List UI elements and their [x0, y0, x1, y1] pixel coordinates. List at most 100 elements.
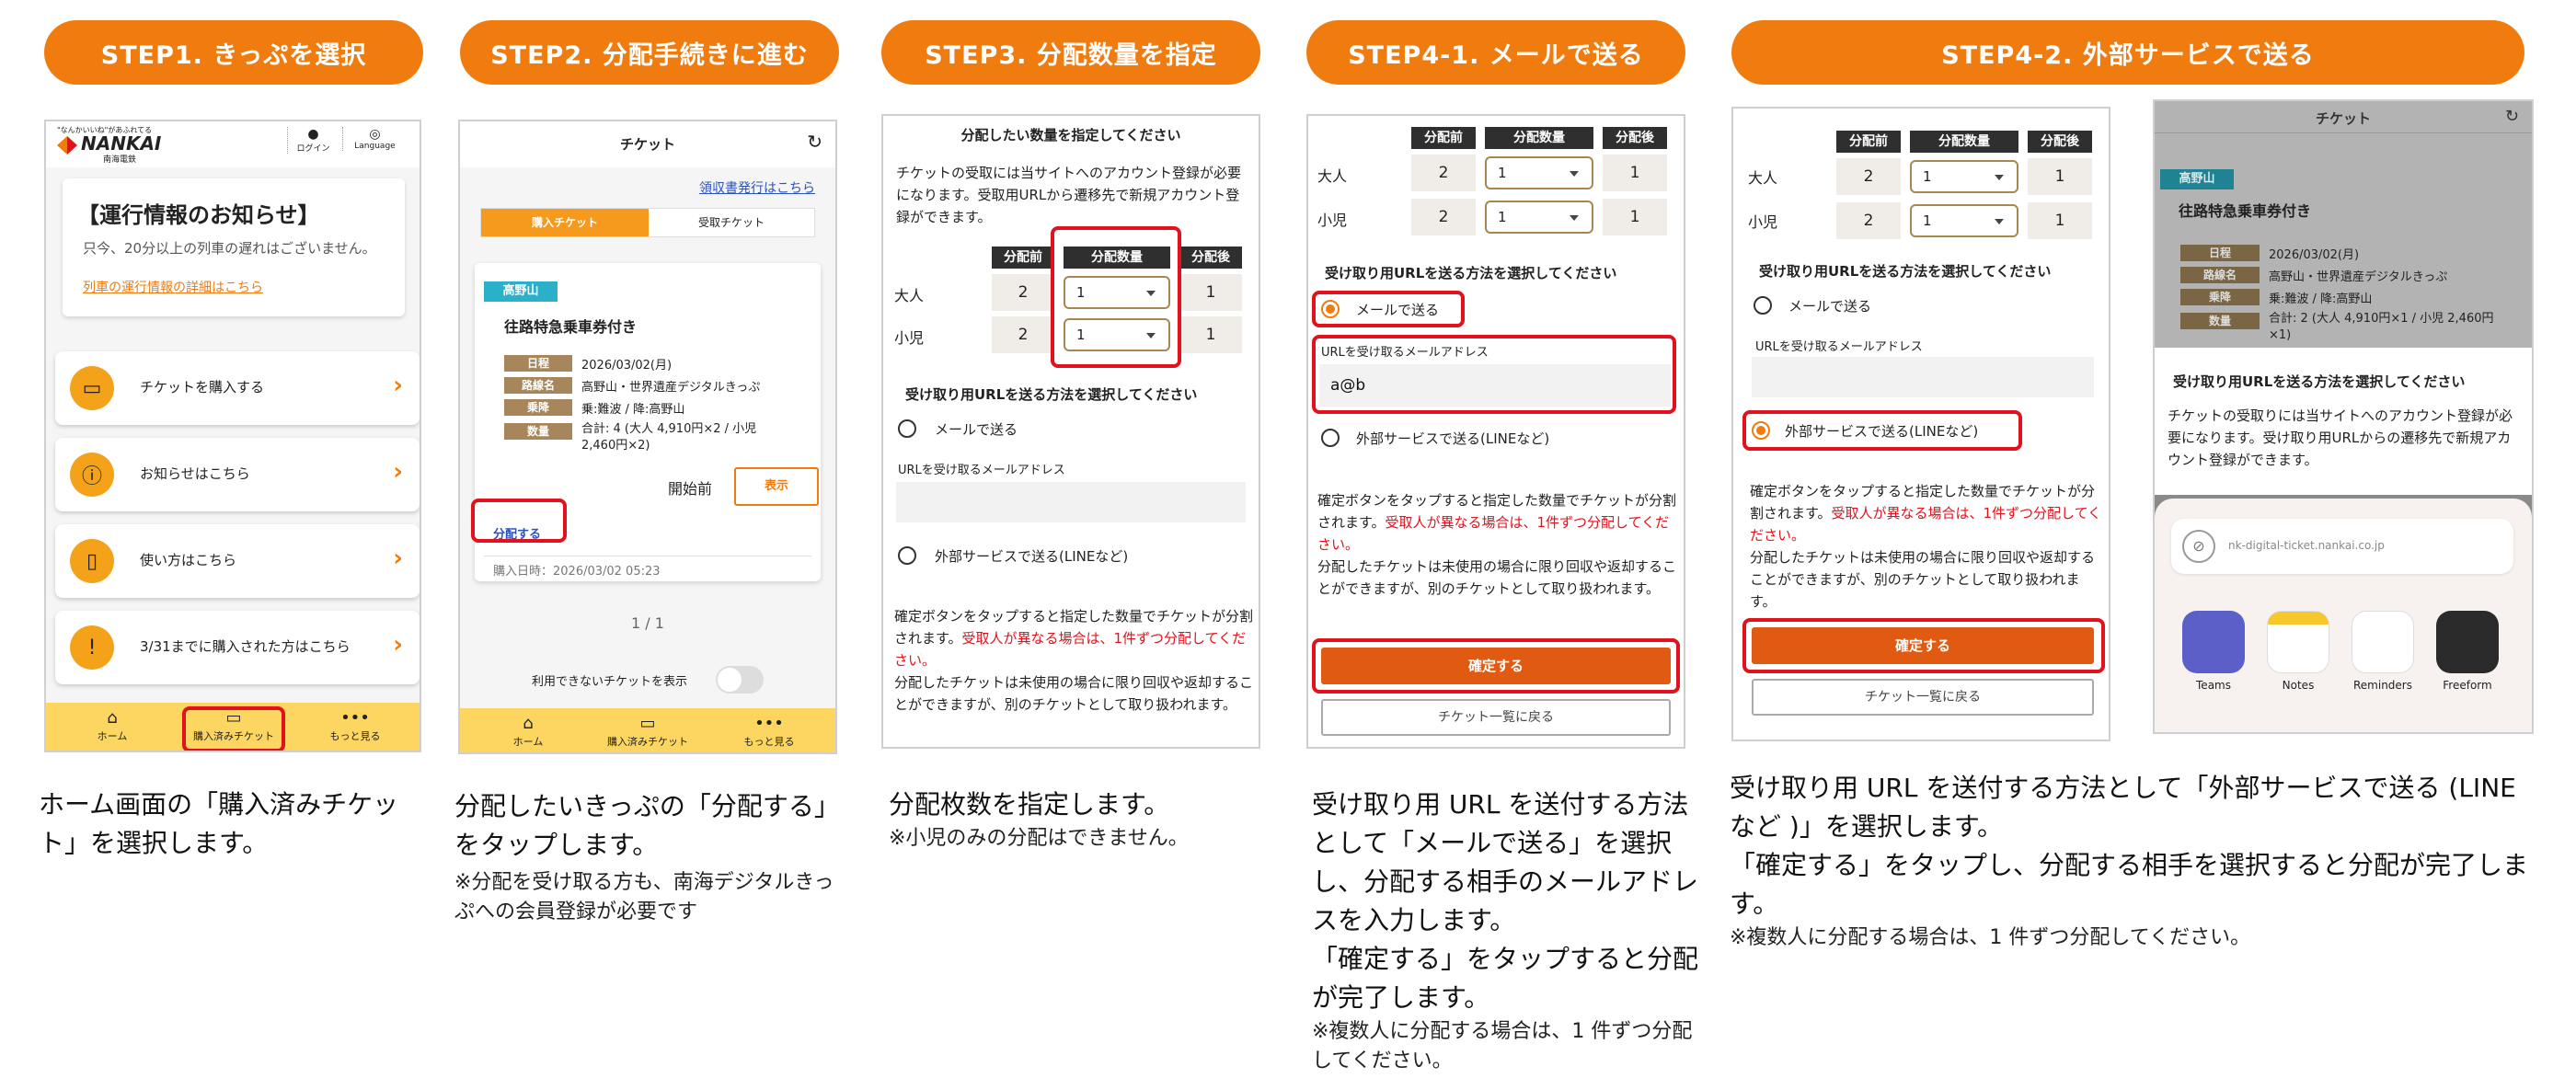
notice-link[interactable]: 列車の運行情報の詳細はこちら — [83, 278, 263, 296]
step1-screen: "なんかいいね"があふれてる NANKAI 南海電鉄 ● ログイン ◎ Lang… — [44, 120, 421, 752]
notes-icon[interactable] — [2267, 611, 2329, 673]
row-key: 路線名 — [2180, 267, 2260, 283]
external-radio[interactable] — [898, 546, 916, 565]
tab-purchased[interactable]: 購入チケット — [481, 209, 649, 236]
mail-radio[interactable] — [1754, 296, 1772, 315]
adult-after: 1 — [1603, 155, 1667, 191]
nav-more[interactable]: ••• もっと見る — [714, 714, 824, 749]
method-question: 受け取り用URLを送る方法を選択してください — [1325, 265, 1617, 281]
back-to-list-button[interactable]: チケット一覧に戻る — [1752, 679, 2094, 716]
tab-received[interactable]: 受取チケット — [649, 209, 814, 236]
nav-more[interactable]: ••• もっと見る — [300, 708, 410, 743]
globe-icon: ◎ — [369, 127, 381, 142]
col-before: 分配前 — [1836, 131, 1901, 153]
row-key: 乗降 — [2180, 289, 2260, 305]
row-value: 乗:難波 / 降:高野山 — [581, 403, 685, 417]
menu-before-331[interactable]: ! 3/31までに購入された方はこちら › — [55, 611, 420, 684]
language-button[interactable]: ◎ Language — [342, 127, 407, 151]
teams-icon[interactable] — [2182, 611, 2245, 673]
step3-screen: 分配したい数量を指定してください チケットの受取には当サイトへのアカウント登録が… — [881, 114, 1260, 749]
col-after: 分配後 — [1179, 247, 1242, 269]
child-after: 1 — [1179, 316, 1242, 353]
external-radio[interactable] — [1321, 429, 1340, 447]
row-value: 合計: 2 (大人 4,910円×1 / 小児 2,460円×1) — [2269, 312, 2494, 342]
ticket-icon: ▭ — [639, 714, 656, 733]
notice-title: 【運行情報のお知らせ】 — [77, 202, 320, 228]
email-input[interactable] — [1752, 357, 2094, 397]
show-button[interactable]: 表示 — [734, 467, 819, 506]
menu-howto[interactable]: ▯ 使い方はこちら › — [55, 524, 420, 598]
nav-home[interactable]: ⌂ ホーム — [57, 708, 167, 743]
menu-buy-ticket[interactable]: ▭ チケットを購入する › — [55, 351, 420, 425]
child-qty-select[interactable]: 1 — [1910, 204, 2018, 237]
child-qty-select[interactable]: 1 — [1485, 201, 1593, 234]
back-to-list-button[interactable]: チケット一覧に戻る — [1321, 699, 1671, 736]
pager: 1 / 1 — [631, 614, 664, 632]
nav-purchased-tickets[interactable]: ▭ 購入済みチケット — [592, 714, 703, 749]
share-url-row[interactable]: ⊘ nk-digital-ticket.nankai.co.jp — [2171, 519, 2513, 574]
highlight-box — [1312, 291, 1465, 327]
login-button[interactable]: ● ログイン — [287, 127, 339, 154]
refresh-icon[interactable]: ↻ — [807, 131, 822, 153]
info-bubble-icon: ⓘ — [70, 453, 114, 497]
adult-before: 2 — [1836, 158, 1901, 195]
step4-2-caption: 受け取り用 URL を送付する方法として「外部サービスで送る (LINE など … — [1730, 769, 2539, 953]
book-icon: ▯ — [70, 539, 114, 583]
sheet-text: チケットの受取りには当サイトへのアカウント登録が必要になります。受け取り用URL… — [2168, 407, 2513, 468]
compass-icon: ⊘ — [2182, 530, 2215, 563]
notice-card: 【運行情報のお知らせ】 只今、20分以上の列車の遅れはございません。 列車の運行… — [63, 178, 405, 316]
adult-before: 2 — [992, 274, 1054, 311]
chevron-right-icon: › — [393, 545, 403, 572]
col-before: 分配前 — [992, 247, 1054, 269]
reminders-icon[interactable] — [2352, 611, 2414, 673]
info-text-2: 分配したチケットは未使用の場合に限り回収や返却することができますが、別のチケット… — [894, 674, 1254, 713]
step4-2-caption-text: 受け取り用 URL を送付する方法として「外部サービスで送る (LINE など … — [1730, 773, 2516, 842]
step4-1-header: STEP4-1. メールで送る — [1306, 20, 1685, 85]
user-icon: ● — [307, 127, 319, 142]
row-value: 乗:難波 / 降:高野山 — [2269, 292, 2373, 306]
login-label: ログイン — [296, 144, 330, 154]
step2-caption: 分配したいきっぷの「分配する」をタップします。 ※分配を受け取る方も、南海デジタ… — [454, 787, 841, 927]
email-label: URLを受け取るメールアドレス — [898, 464, 1065, 477]
step3-caption-text: 分配枚数を指定します。 — [889, 789, 1170, 820]
refresh-icon[interactable]: ↻ — [2505, 107, 2519, 126]
ticket-name: 往路特急乗車券付き — [504, 318, 638, 336]
more-icon: ••• — [340, 708, 370, 728]
app-label: Reminders — [2353, 679, 2412, 692]
step3-caption: 分配枚数を指定します。 ※小児のみの分配はできません。 — [889, 786, 1275, 854]
adult-qty-select[interactable]: 1 — [1910, 160, 2018, 193]
menu-news[interactable]: ⓘ お知らせはこちら › — [55, 438, 420, 511]
divider — [2155, 132, 2532, 133]
nav-label: 購入済みチケット — [607, 736, 688, 748]
row-key: 日程 — [504, 355, 572, 372]
col-qty: 分配数量 — [1910, 131, 2018, 153]
row-key: 路線名 — [504, 377, 572, 394]
ticket-icon: ▭ — [70, 366, 114, 410]
nav-label: もっと見る — [329, 730, 381, 742]
row-value: 2026/03/02(月) — [581, 359, 673, 373]
row-key: 数量 — [504, 423, 572, 440]
adult-qty-select[interactable]: 1 — [1485, 156, 1593, 189]
mail-label: メールで送る — [1788, 298, 1872, 315]
unusable-toggle[interactable] — [716, 666, 764, 694]
step2-header: STEP2. 分配手続きに進む — [460, 20, 839, 85]
step3-note: ※小児のみの分配はできません。 — [889, 827, 1189, 850]
nav-home[interactable]: ⌂ ホーム — [473, 714, 583, 749]
freeform-icon[interactable] — [2436, 611, 2499, 673]
receipt-link[interactable]: 領収書発行はこちら — [699, 178, 815, 197]
email-input[interactable] — [896, 482, 1246, 522]
confirm-info: 確定ボタンをタップすると指定した数量でチケットが分割されます。受取人が異なる場合… — [1317, 489, 1678, 600]
method-question: 受け取り用URLを送る方法を選択してください — [905, 386, 1198, 403]
step2-note: ※分配を受け取る方も、南海デジタルきっぷへの会員登録が必要です — [454, 871, 834, 923]
mail-radio[interactable] — [898, 419, 916, 438]
bottom-nav: ⌂ ホーム ▭ 購入済みチケット ••• もっと見る — [460, 708, 835, 752]
nav-label: もっと見る — [743, 736, 795, 748]
app-header: "なんかいいね"があふれてる NANKAI 南海電鉄 ● ログイン ◎ Lang… — [46, 121, 420, 167]
home-icon: ⌂ — [107, 708, 118, 728]
row-adult: 大人 — [894, 287, 925, 304]
highlight-box — [1742, 410, 2022, 451]
child-before: 2 — [1836, 202, 1901, 239]
confirm-info: 確定ボタンをタップすると指定した数量でチケットが分割されます。受取人が異なる場合… — [894, 605, 1253, 716]
col-after: 分配後 — [1603, 127, 1667, 149]
sheet-behind: 受け取り用URLを送る方法を選択してください チケットの受取りには当サイトへのア… — [2155, 348, 2532, 495]
